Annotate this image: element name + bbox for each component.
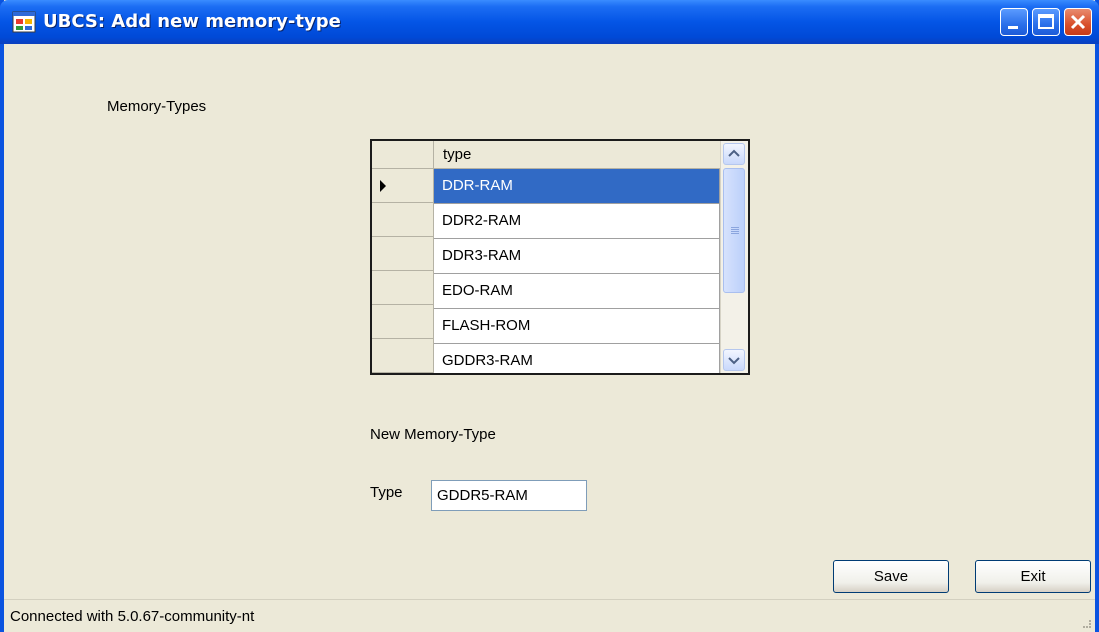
row-header[interactable] xyxy=(372,203,434,237)
window-title: UBCS: Add new memory-type xyxy=(43,11,341,32)
grid-cell[interactable]: EDO-RAM xyxy=(434,274,720,309)
scroll-down-button[interactable] xyxy=(723,349,745,371)
grid-cell[interactable]: FLASH-ROM xyxy=(434,309,720,344)
app-window: UBCS: Add new memory-type Memory-Types t… xyxy=(0,0,1099,632)
row-header[interactable] xyxy=(372,305,434,339)
resize-grip-icon[interactable] xyxy=(1081,618,1091,628)
scroll-up-button[interactable] xyxy=(723,143,745,165)
maximize-button[interactable] xyxy=(1032,8,1060,36)
type-input[interactable]: GDDR5-RAM xyxy=(431,480,587,511)
row-header[interactable] xyxy=(372,237,434,271)
grid-corner-header xyxy=(372,141,434,169)
maximize-icon xyxy=(1038,14,1054,29)
new-memory-type-heading: New Memory-Type xyxy=(370,426,496,443)
row-header[interactable] xyxy=(372,339,434,373)
connection-status: Connected with 5.0.67-community-nt xyxy=(10,608,255,625)
memory-types-grid[interactable]: type DDR-RAM DDR2-RAM DDR3-RAM EDO-RAM F… xyxy=(370,139,750,375)
row-header[interactable] xyxy=(372,271,434,305)
grid-cell[interactable]: DDR2-RAM xyxy=(434,204,720,239)
grid-vertical-scrollbar[interactable] xyxy=(720,141,748,373)
grid-cell[interactable]: DDR-RAM xyxy=(434,169,720,204)
chevron-up-icon xyxy=(728,149,740,157)
title-bar[interactable]: UBCS: Add new memory-type xyxy=(0,0,1099,44)
type-label: Type xyxy=(370,484,403,501)
grid-cell[interactable]: DDR3-RAM xyxy=(434,239,720,274)
save-button[interactable]: Save xyxy=(833,560,949,593)
close-icon xyxy=(1070,14,1086,30)
minimize-button[interactable] xyxy=(1000,8,1028,36)
column-header-type[interactable]: type xyxy=(434,141,720,169)
exit-button[interactable]: Exit xyxy=(975,560,1091,593)
memory-types-label: Memory-Types xyxy=(107,98,207,115)
close-button[interactable] xyxy=(1064,8,1092,36)
status-bar: Connected with 5.0.67-community-nt xyxy=(4,599,1095,632)
scroll-thumb[interactable] xyxy=(723,168,745,293)
current-row-arrow-icon xyxy=(380,180,386,192)
chevron-down-icon xyxy=(728,357,740,365)
minimize-icon xyxy=(1008,26,1018,29)
row-header[interactable] xyxy=(372,169,434,203)
grid-cell[interactable]: GDDR3-RAM xyxy=(434,344,720,373)
app-icon xyxy=(12,11,36,33)
